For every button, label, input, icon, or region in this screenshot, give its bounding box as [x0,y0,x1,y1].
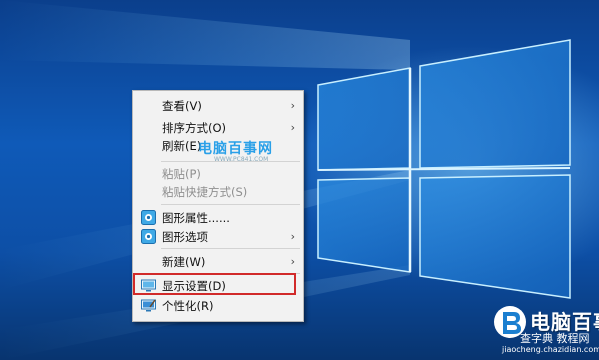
watermark-top: 电脑百事网 WWW.PC841.COM [198,138,273,163]
menu-item-label: 粘贴快捷方式(S) [162,185,248,199]
menu-item-paste-shortcut[interactable]: 粘贴快捷方式(S) [133,181,303,203]
watermark-sub: 查字典 教程网 [520,332,590,345]
watermark-sub: WWW.PC841.COM [214,156,269,163]
submenu-arrow-icon: › [290,99,295,112]
graphics-options-icon [141,229,156,244]
desktop-background[interactable]: 查看(V) › 排序方式(O) › 刷新(E) 粘贴(P) 粘贴快捷方式(S) … [0,0,599,360]
submenu-arrow-icon: › [290,121,295,134]
submenu-arrow-icon: › [290,255,295,268]
personalize-icon [141,299,156,312]
menu-item-label: 查看(V) [162,99,202,113]
menu-item-label: 新建(W) [162,255,206,269]
context-menu: 查看(V) › 排序方式(O) › 刷新(E) 粘贴(P) 粘贴快捷方式(S) … [132,90,304,322]
menu-separator [161,204,300,205]
menu-item-new[interactable]: 新建(W) › [133,251,303,273]
watermark-url: jiaocheng.chazidian.com [502,345,599,354]
menu-item-label: 排序方式(O) [162,121,227,135]
menu-separator [161,248,300,249]
graphics-properties-icon [141,210,156,225]
menu-item-label: 刷新(E) [162,139,202,153]
menu-item-label: 个性化(R) [162,299,214,313]
watermark-text: 电脑百事网 [198,141,273,157]
menu-item-label: 粘贴(P) [162,167,201,181]
menu-item-label: 图形属性...... [162,211,230,225]
menu-item-label: 图形选项 [162,230,208,244]
menu-item-personalize[interactable]: 个性化(R) [133,295,303,317]
menu-item-view[interactable]: 查看(V) › [133,95,303,117]
submenu-arrow-icon: › [290,230,295,243]
menu-item-graphics-options[interactable]: 图形选项 › [133,226,303,248]
red-highlight-box [133,273,296,295]
